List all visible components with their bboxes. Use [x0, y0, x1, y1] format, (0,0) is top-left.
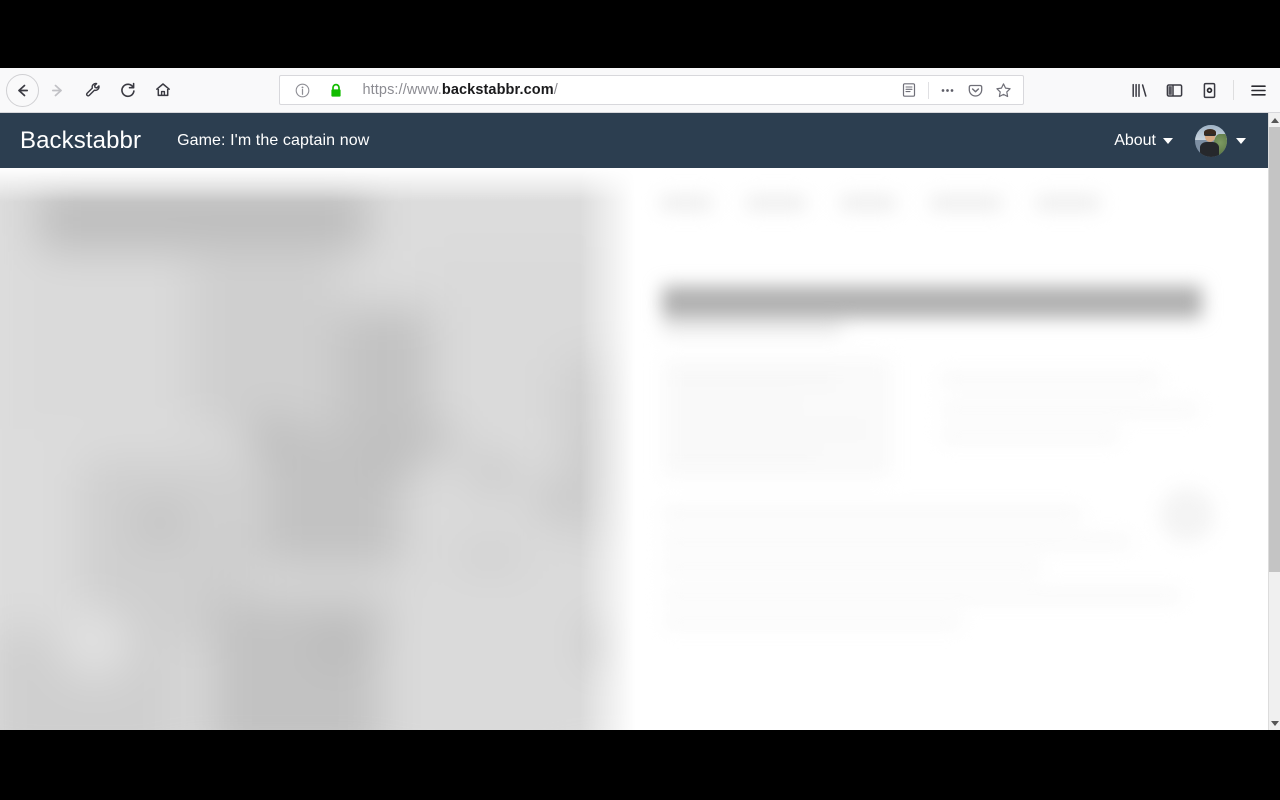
pocket-icon[interactable] — [963, 77, 989, 103]
home-button[interactable] — [146, 74, 179, 107]
bookmark-star-icon[interactable] — [991, 77, 1017, 103]
identity-box[interactable] — [290, 77, 349, 103]
game-map-image — [0, 168, 640, 730]
back-button[interactable] — [6, 73, 39, 107]
library-icon[interactable] — [1123, 74, 1155, 106]
reload-button[interactable] — [111, 74, 144, 107]
info-tab[interactable] — [840, 196, 896, 210]
info-line — [676, 424, 866, 435]
avatar-glasses — [1204, 134, 1216, 137]
avatar[interactable] — [1195, 124, 1227, 157]
screenshot-icon[interactable] — [1193, 74, 1225, 106]
navigation-buttons — [0, 73, 179, 107]
chevron-down-icon — [1163, 137, 1173, 144]
page-scrollbar[interactable] — [1268, 113, 1280, 730]
info-line — [940, 374, 1160, 386]
browser-toolbar: https://www.backstabbr.com/ — [0, 68, 1280, 113]
site-navbar: Backstabbr Game: I'm the captain now Abo… — [0, 113, 1268, 168]
urlbar-actions — [896, 77, 1017, 103]
info-tab[interactable] — [930, 196, 1002, 210]
user-dropdown[interactable] — [1185, 121, 1252, 161]
game-map-panel[interactable] — [0, 168, 640, 730]
url-scheme: https://www. — [362, 82, 442, 98]
browser-toolbar-right — [1123, 74, 1280, 106]
screen: https://www.backstabbr.com/ Backstabbr G… — [0, 0, 1280, 800]
info-tab-row — [660, 188, 1220, 218]
info-tab[interactable] — [660, 196, 712, 210]
scroll-down-arrow[interactable] — [1269, 716, 1280, 730]
brand-logo[interactable]: Backstabbr — [12, 127, 149, 155]
hamburger-menu-icon[interactable] — [1242, 74, 1274, 106]
letterbox-bottom — [0, 730, 1280, 800]
page-info-icon[interactable] — [290, 77, 316, 103]
info-tab[interactable] — [1036, 196, 1100, 210]
developer-tools-icon[interactable] — [76, 74, 109, 107]
info-line — [662, 562, 1042, 573]
address-bar[interactable]: https://www.backstabbr.com/ — [278, 75, 1024, 105]
avatar-body — [1200, 141, 1220, 157]
urlbar-container: https://www.backstabbr.com/ — [179, 75, 1123, 105]
info-line — [676, 400, 796, 411]
game-info-panel[interactable] — [640, 168, 1268, 730]
info-subline — [662, 322, 842, 334]
game-info-content — [640, 168, 1268, 730]
info-line — [676, 374, 836, 387]
url-domain: backstabbr.com — [441, 82, 554, 98]
url-text[interactable]: https://www.backstabbr.com/ — [363, 82, 896, 98]
sidebar-icon[interactable] — [1158, 74, 1190, 106]
info-line — [676, 448, 816, 459]
page-body — [0, 168, 1268, 730]
info-line — [662, 508, 1082, 520]
navbar-right: About — [1106, 121, 1252, 161]
about-dropdown[interactable]: About — [1106, 126, 1181, 156]
scrollbar-thumb[interactable] — [1269, 127, 1280, 572]
info-tab[interactable] — [746, 196, 806, 210]
forward-button[interactable] — [41, 74, 74, 107]
urlbar-divider — [927, 81, 929, 99]
info-highlight-bar — [662, 286, 1202, 318]
page-viewport: Backstabbr Game: I'm the captain now Abo… — [0, 113, 1280, 730]
info-line — [940, 430, 1120, 441]
scroll-up-arrow[interactable] — [1269, 113, 1280, 127]
letterbox-top — [0, 0, 1280, 68]
secure-lock-icon — [323, 77, 349, 103]
info-avatar — [1160, 488, 1214, 542]
about-label: About — [1114, 131, 1156, 149]
info-line — [940, 404, 1200, 415]
page-actions-icon[interactable] — [935, 77, 961, 103]
game-title[interactable]: Game: I'm the captain now — [177, 132, 369, 150]
toolbar-divider — [1233, 80, 1234, 100]
user-chevron-down-icon — [1236, 137, 1246, 144]
scrollbar-track[interactable] — [1269, 127, 1280, 716]
url-path: / — [553, 82, 558, 98]
reader-mode-icon[interactable] — [896, 77, 922, 103]
info-line — [662, 616, 962, 627]
info-line — [662, 590, 1182, 601]
info-line — [662, 536, 1132, 547]
